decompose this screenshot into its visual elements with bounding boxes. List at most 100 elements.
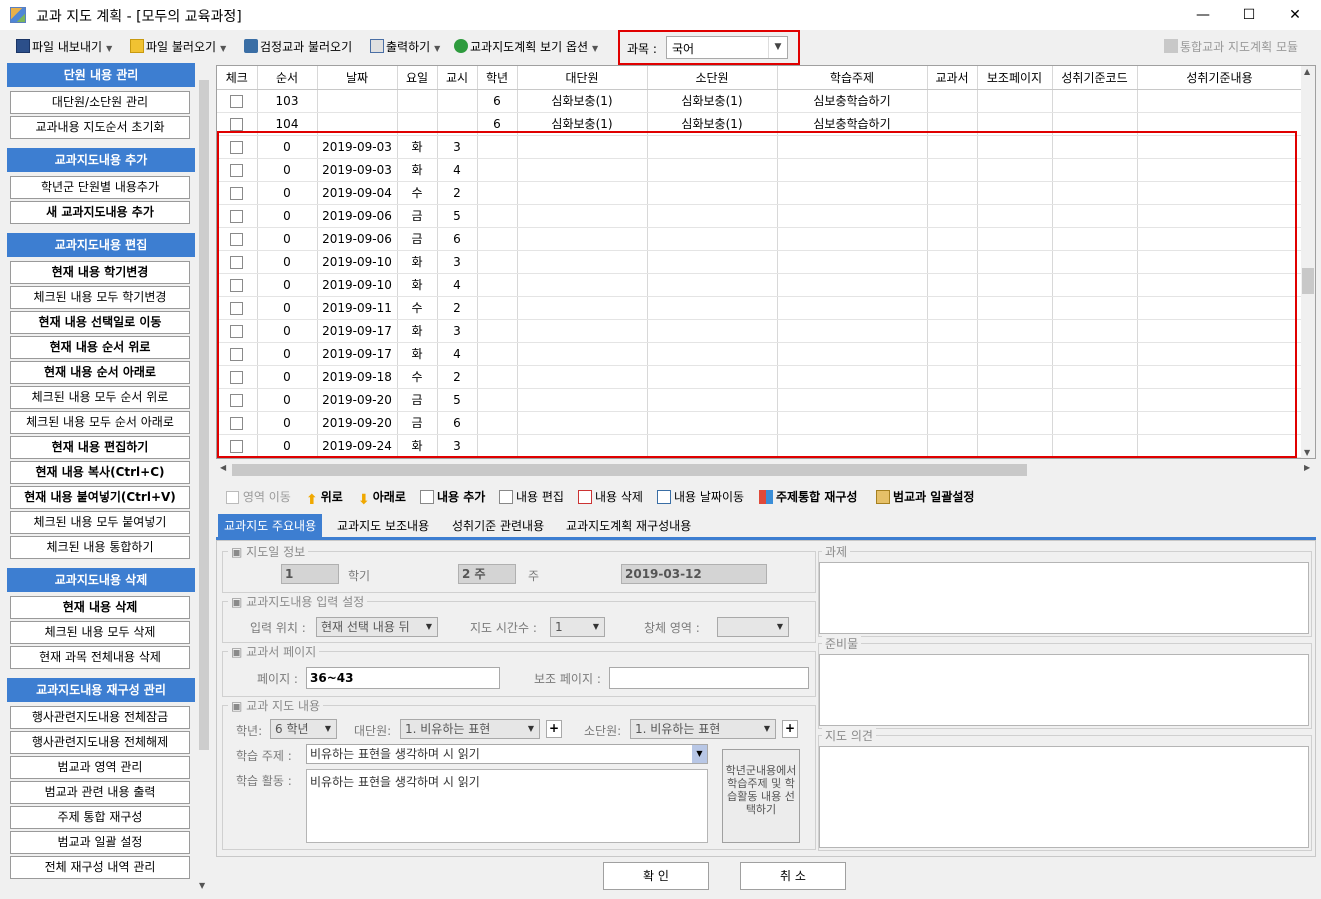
column-header[interactable]: 날짜	[317, 66, 398, 90]
grade-select[interactable]: 6 학년 ▼	[270, 719, 337, 739]
area-move-toggle[interactable]: 영역 이동	[226, 488, 291, 506]
tab-reconstruct[interactable]: 교과지도계획 재구성내용	[560, 514, 697, 538]
cross-batch-button[interactable]: 범교과 일괄설정	[876, 488, 974, 506]
date-move-button[interactable]: 내용 날짜이동	[657, 488, 744, 506]
unit-value: 1. 비유하는 표현	[405, 722, 491, 736]
grid-vertical-thumb[interactable]	[1302, 268, 1314, 294]
maximize-button[interactable]: ☐	[1226, 0, 1272, 30]
sidebar-button[interactable]: 체크된 내용 통합하기	[10, 536, 190, 559]
scroll-up-icon[interactable]: ▲	[1304, 67, 1310, 76]
theme-reconstruct-button[interactable]: 주제통합 재구성	[759, 488, 857, 506]
row-checkbox[interactable]	[230, 117, 244, 131]
column-header[interactable]: 성취기준내용	[1137, 66, 1303, 90]
sidebar-button[interactable]: 체크된 내용 모두 삭제	[10, 621, 190, 644]
sidebar-button[interactable]: 대단원/소단원 관리	[10, 91, 190, 114]
chevron-down-icon: ▼	[106, 44, 113, 53]
import-button[interactable]: 파일 불러오기 ▼	[130, 38, 226, 56]
position-select[interactable]: 현재 선택 내용 뒤 ▼	[316, 617, 438, 637]
sidebar-button[interactable]: 체크된 내용 모두 순서 위로	[10, 386, 190, 409]
scroll-left-icon[interactable]: ◀	[220, 463, 226, 472]
minimize-button[interactable]: —	[1180, 0, 1226, 30]
sidebar-button[interactable]: 주제 통합 재구성	[10, 806, 190, 829]
prep-textarea[interactable]	[819, 654, 1309, 726]
confirm-button[interactable]: 확 인	[603, 862, 709, 890]
print-button[interactable]: 출력하기 ▼	[370, 38, 440, 56]
tab-aux[interactable]: 교과지도 보조내용	[331, 514, 435, 538]
integrated-plan-button[interactable]: 통합교과 지도계획 모듈	[1164, 38, 1298, 55]
sidebar-button[interactable]: 현재 내용 순서 위로	[10, 336, 190, 359]
chevron-down-icon[interactable]: ▼	[768, 37, 787, 58]
table-row[interactable]: 103 6 심화보충(1) 심화보충(1) 심보충학습하기	[217, 89, 1303, 113]
sidebar-button[interactable]: 전체 재구성 내역 관리	[10, 856, 190, 879]
sidebar-button[interactable]: 현재 내용 학기변경	[10, 261, 190, 284]
area-select[interactable]: ▼	[717, 617, 789, 637]
column-header[interactable]: 대단원	[517, 66, 648, 90]
textbook-load-button[interactable]: 검정교과 불러오기	[244, 38, 352, 56]
select-from-grade-button[interactable]: 학년군내용에서 학습주제 및 학습활동 내용 선택하기	[722, 749, 800, 843]
sidebar-button[interactable]: 범교과 일괄 설정	[10, 831, 190, 854]
sidebar-button[interactable]: 현재 내용 붙여넣기(Ctrl+V)	[10, 486, 190, 509]
sidebar-button[interactable]: 현재 내용 순서 아래로	[10, 361, 190, 384]
sidebar-button[interactable]: 학년군 단원별 내용추가	[10, 176, 190, 199]
delete-content-button[interactable]: 내용 삭제	[578, 488, 643, 506]
scroll-right-icon[interactable]: ▶	[1304, 463, 1310, 472]
hours-select[interactable]: 1 ▼	[550, 617, 605, 637]
view-options-button[interactable]: 교과지도계획 보기 옵션 ▼	[454, 38, 598, 56]
sidebar-scroll-thumb[interactable]	[199, 80, 209, 750]
sidebar-button[interactable]: 범교과 영역 관리	[10, 756, 190, 779]
sidebar-button[interactable]: 체크된 내용 모두 학기변경	[10, 286, 190, 309]
task-textarea[interactable]	[819, 562, 1309, 634]
grid-vertical-scrollbar[interactable]	[1301, 66, 1315, 458]
add-subunit-button[interactable]: +	[782, 720, 798, 738]
sidebar-button[interactable]: 현재 내용 삭제	[10, 596, 190, 619]
sidebar-button[interactable]: 체크된 내용 모두 순서 아래로	[10, 411, 190, 434]
sidebar-button[interactable]: 새 교과지도내용 추가	[10, 201, 190, 224]
aux-page-input[interactable]	[609, 667, 809, 689]
chevron-down-icon[interactable]: ▼	[692, 745, 707, 763]
column-header[interactable]: 교시	[437, 66, 478, 90]
page-input[interactable]: 36~43	[306, 667, 500, 689]
sidebar-button[interactable]: 현재 과목 전체내용 삭제	[10, 646, 190, 669]
date-move-label: 내용 날짜이동	[674, 490, 745, 504]
tab-main[interactable]: 교과지도 주요내용	[218, 514, 323, 538]
column-header[interactable]: 성취기준코드	[1052, 66, 1138, 90]
column-header[interactable]: 교과서	[927, 66, 978, 90]
row-checkbox[interactable]	[230, 94, 244, 108]
sidebar-button[interactable]: 현재 내용 복사(Ctrl+C)	[10, 461, 190, 484]
column-header[interactable]: 요일	[397, 66, 438, 90]
opinion-textarea[interactable]	[819, 746, 1309, 848]
column-header[interactable]: 학년	[477, 66, 518, 90]
unit-select[interactable]: 1. 비유하는 표현 ▼	[400, 719, 540, 739]
tab-achievement[interactable]: 성취기준 관련내용	[446, 514, 550, 538]
scroll-down-icon[interactable]: ▼	[199, 881, 205, 890]
add-unit-button[interactable]: +	[546, 720, 562, 738]
row-checkbox-cell[interactable]	[217, 89, 258, 113]
sidebar-button[interactable]: 행사관련지도내용 전체해제	[10, 731, 190, 754]
add-content-button[interactable]: 내용 추가	[420, 488, 485, 506]
column-header[interactable]: 보조페이지	[977, 66, 1053, 90]
close-button[interactable]: ✕	[1272, 0, 1318, 30]
area-move-checkbox[interactable]	[226, 491, 239, 504]
column-header[interactable]: 소단원	[647, 66, 778, 90]
move-up-button[interactable]: ⬆ 위로	[306, 488, 343, 508]
subunit-select[interactable]: 1. 비유하는 표현 ▼	[630, 719, 776, 739]
column-header[interactable]: 학습주제	[777, 66, 928, 90]
scroll-down-icon[interactable]: ▼	[1304, 448, 1310, 457]
sidebar-button[interactable]: 교과내용 지도순서 초기화	[10, 116, 190, 139]
edit-content-button[interactable]: 내용 편집	[499, 488, 564, 506]
cancel-button[interactable]: 취 소	[740, 862, 846, 890]
sidebar-button[interactable]: 체크된 내용 모두 붙여넣기	[10, 511, 190, 534]
app-icon	[10, 7, 26, 23]
subunit-label: 소단원:	[584, 724, 622, 738]
export-button[interactable]: 파일 내보내기 ▼	[16, 38, 112, 56]
move-down-button[interactable]: ⬇ 아래로	[358, 488, 406, 508]
grid-horizontal-thumb[interactable]	[232, 464, 1027, 476]
column-header[interactable]: 순서	[257, 66, 318, 90]
sidebar-button[interactable]: 행사관련지도내용 전체잠금	[10, 706, 190, 729]
sidebar-button[interactable]: 현재 내용 편집하기	[10, 436, 190, 459]
topic-input[interactable]: 비유하는 표현을 생각하며 시 읽기	[306, 744, 708, 764]
sidebar-button[interactable]: 범교과 관련 내용 출력	[10, 781, 190, 804]
activity-textarea[interactable]: 비유하는 표현을 생각하며 시 읽기	[306, 769, 708, 843]
sidebar-button[interactable]: 현재 내용 선택일로 이동	[10, 311, 190, 334]
column-header[interactable]: 체크	[217, 66, 258, 90]
